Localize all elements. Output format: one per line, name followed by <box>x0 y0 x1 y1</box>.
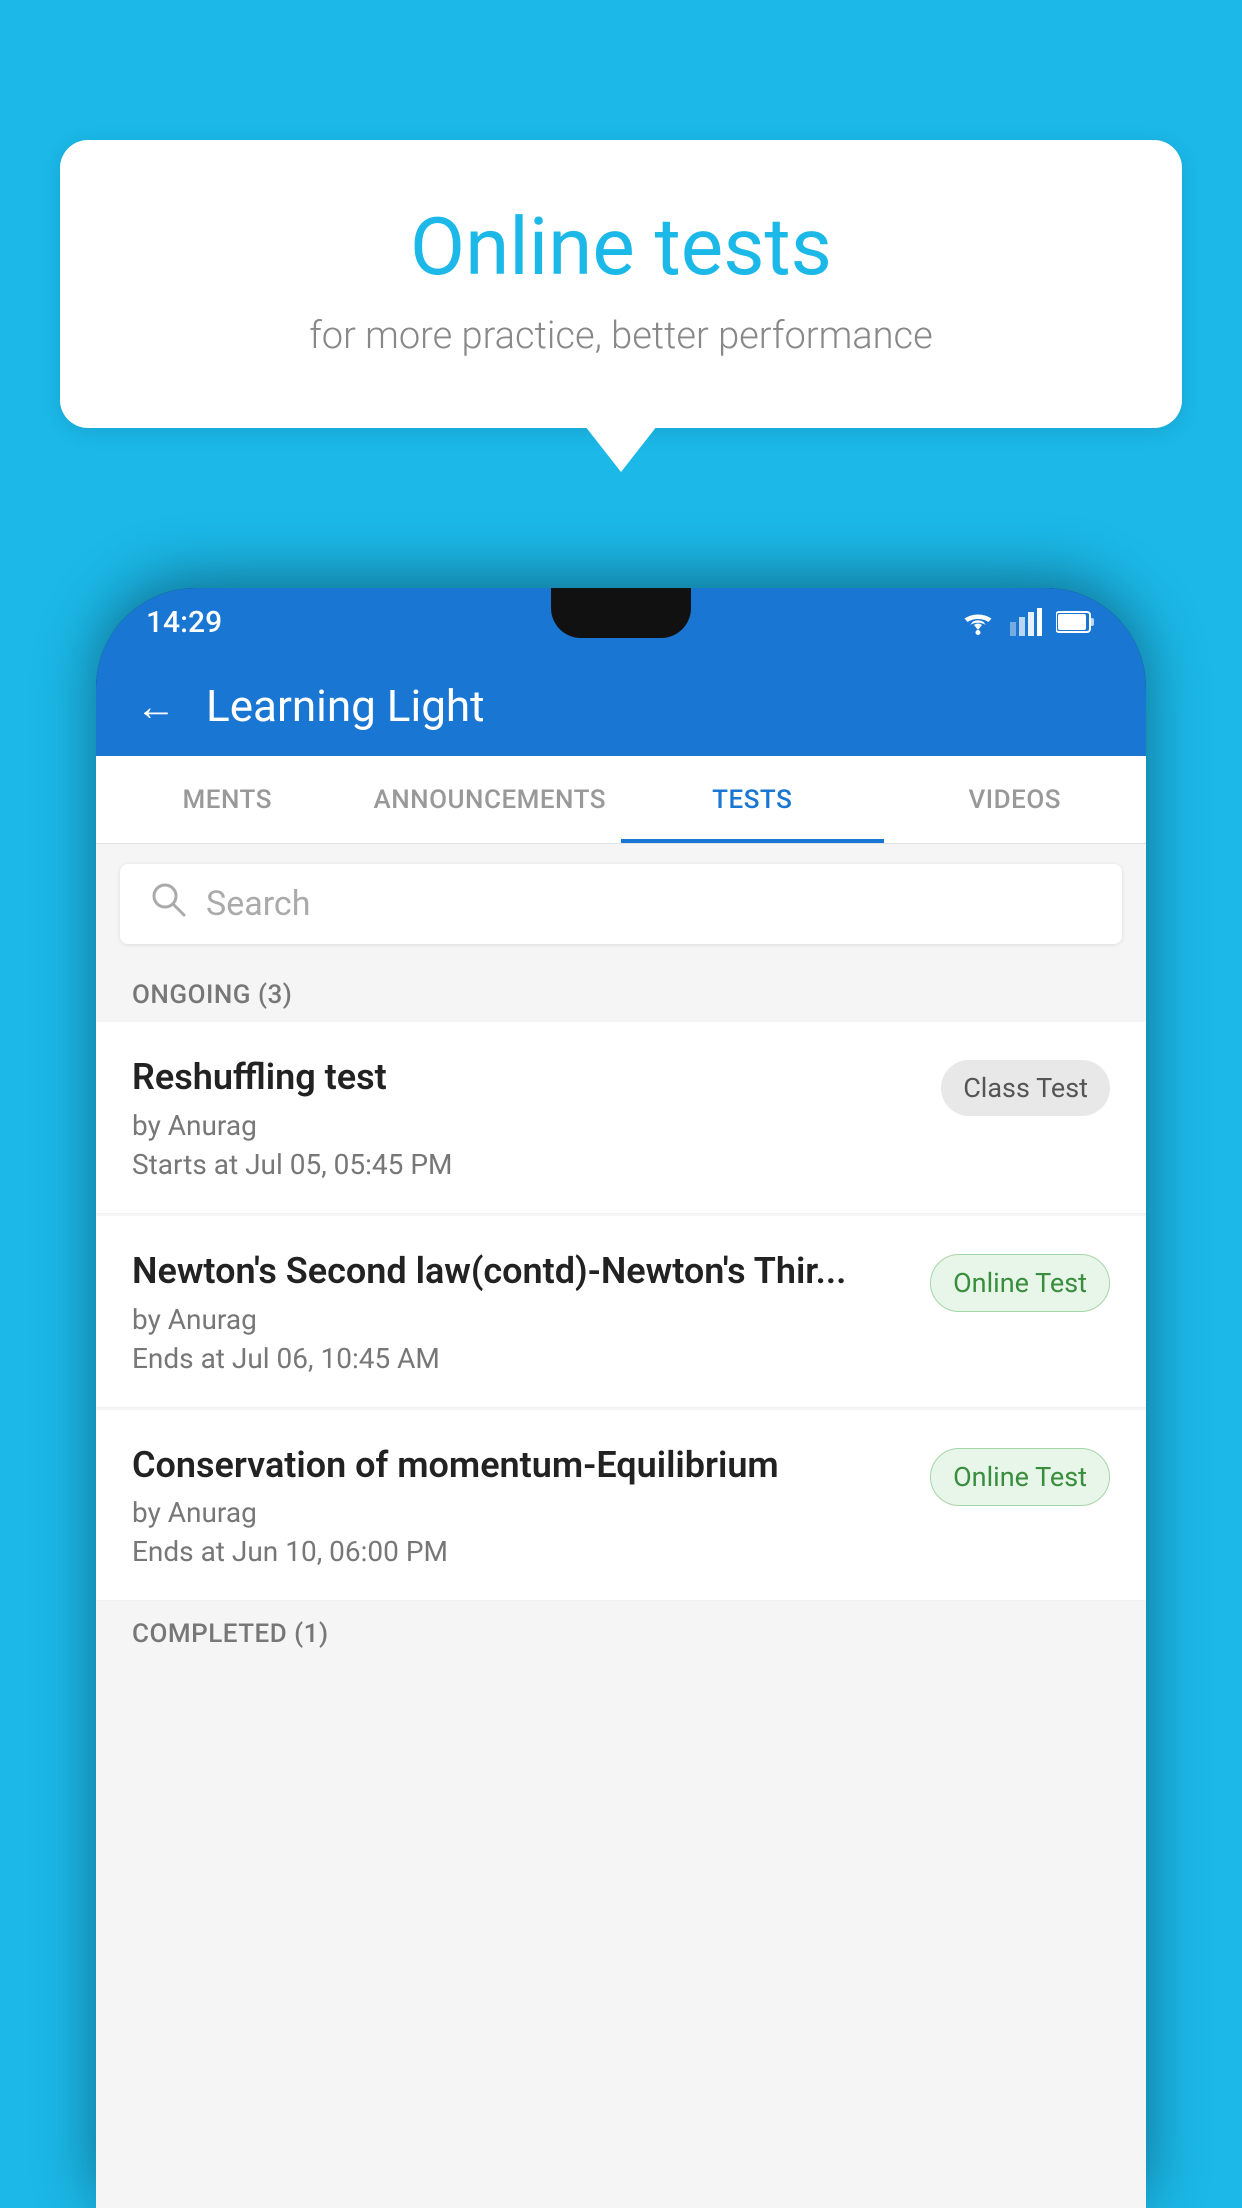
tab-videos[interactable]: VIDEOS <box>884 756 1147 843</box>
test-title-1: Reshuffling test <box>132 1054 921 1101</box>
ongoing-section-header: ONGOING (3) <box>96 964 1146 1022</box>
test-author-1: by Anurag <box>132 1109 921 1142</box>
test-badge-1: Class Test <box>941 1060 1110 1116</box>
test-item-3[interactable]: Conservation of momentum-Equilibrium by … <box>96 1410 1146 1602</box>
app-bar: ← Learning Light <box>96 656 1146 756</box>
speech-bubble-title: Online tests <box>140 200 1102 294</box>
status-time: 14:29 <box>146 605 222 640</box>
status-icons <box>960 608 1096 636</box>
battery-icon <box>1056 610 1096 634</box>
tabs-bar: MENTS ANNOUNCEMENTS TESTS VIDEOS <box>96 756 1146 844</box>
phone-notch <box>551 588 691 638</box>
app-bar-title: Learning Light <box>206 680 485 732</box>
test-info-1: Reshuffling test by Anurag Starts at Jul… <box>132 1054 941 1181</box>
test-title-3: Conservation of momentum-Equilibrium <box>132 1442 910 1489</box>
search-bar[interactable]: Search <box>120 864 1122 944</box>
speech-bubble-subtitle: for more practice, better performance <box>140 314 1102 358</box>
test-item-2[interactable]: Newton's Second law(contd)-Newton's Thir… <box>96 1216 1146 1408</box>
test-info-3: Conservation of momentum-Equilibrium by … <box>132 1442 930 1569</box>
search-placeholder: Search <box>206 884 310 924</box>
test-badge-3: Online Test <box>930 1448 1110 1506</box>
test-time-2: Ends at Jul 06, 10:45 AM <box>132 1342 910 1375</box>
wifi-icon <box>960 608 996 636</box>
speech-bubble: Online tests for more practice, better p… <box>60 140 1182 428</box>
test-info-2: Newton's Second law(contd)-Newton's Thir… <box>132 1248 930 1375</box>
signal-icon <box>1010 608 1042 636</box>
completed-section-header: COMPLETED (1) <box>96 1603 1146 1661</box>
test-author-3: by Anurag <box>132 1496 910 1529</box>
phone-content: MENTS ANNOUNCEMENTS TESTS VIDEOS Search <box>96 756 1146 2208</box>
tab-announcements[interactable]: ANNOUNCEMENTS <box>359 756 622 843</box>
search-icon <box>150 881 186 927</box>
test-time-1: Starts at Jul 05, 05:45 PM <box>132 1148 921 1181</box>
tab-tests[interactable]: TESTS <box>621 756 884 843</box>
speech-bubble-container: Online tests for more practice, better p… <box>60 140 1182 428</box>
test-title-2: Newton's Second law(contd)-Newton's Thir… <box>132 1248 910 1295</box>
test-item-1[interactable]: Reshuffling test by Anurag Starts at Jul… <box>96 1022 1146 1214</box>
phone-frame: 14:29 ← Learning Light <box>96 588 1146 2208</box>
back-button[interactable]: ← <box>136 683 176 730</box>
test-time-3: Ends at Jun 10, 06:00 PM <box>132 1535 910 1568</box>
test-badge-2: Online Test <box>930 1254 1110 1312</box>
test-author-2: by Anurag <box>132 1303 910 1336</box>
tab-ments[interactable]: MENTS <box>96 756 359 843</box>
